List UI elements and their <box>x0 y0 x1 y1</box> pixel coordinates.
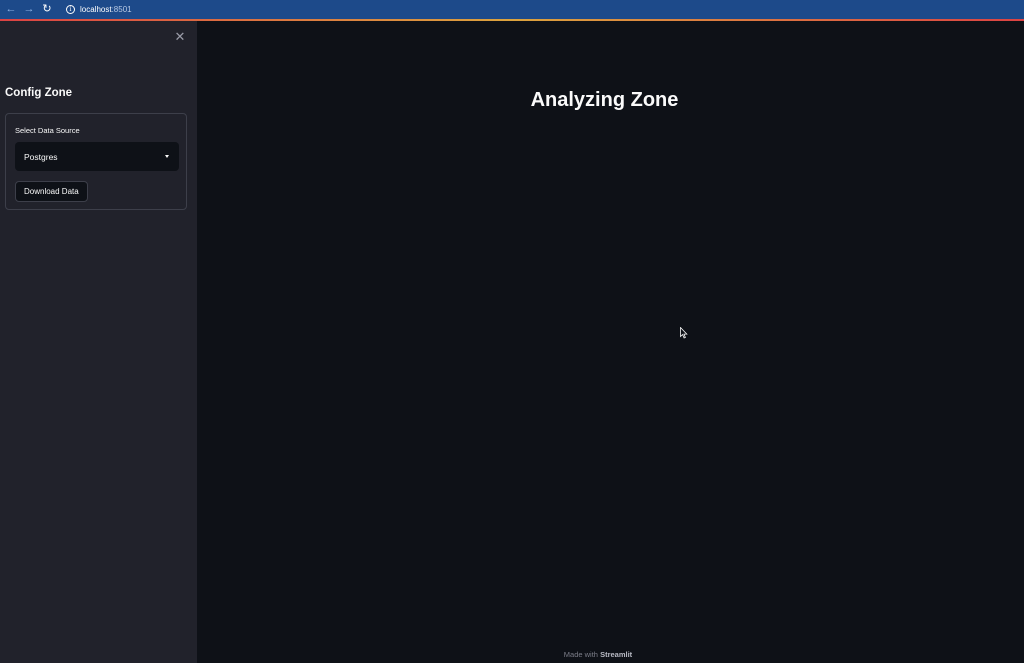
config-form: Select Data Source Postgres Download Dat… <box>5 113 187 210</box>
url-port: :8501 <box>111 5 132 14</box>
data-source-select[interactable]: Postgres <box>15 142 179 171</box>
forward-arrow-icon[interactable]: → <box>22 3 36 17</box>
browser-toolbar: ← → ↻ i localhost :8501 <box>0 0 1024 19</box>
close-icon[interactable]: ✕ <box>173 29 187 44</box>
download-data-button[interactable]: Download Data <box>15 181 88 202</box>
address-bar[interactable]: i localhost :8501 <box>66 3 132 17</box>
footer-prefix: Made with <box>563 650 601 659</box>
main-content: Analyzing Zone Made with Streamlit <box>197 21 1024 663</box>
sidebar: ✕ Config Zone Select Data Source Postgre… <box>0 21 197 663</box>
info-icon[interactable]: i <box>66 5 75 14</box>
data-source-select-value: Postgres <box>24 151 58 162</box>
mouse-cursor-icon <box>680 327 688 339</box>
streamlit-link[interactable]: Streamlit <box>600 650 632 659</box>
select-data-source-label: Select Data Source <box>15 126 80 135</box>
back-arrow-icon[interactable]: ← <box>4 3 18 17</box>
chevron-down-icon[interactable] <box>165 155 169 158</box>
url-host: localhost <box>80 5 112 14</box>
page-title: Analyzing Zone <box>530 89 679 111</box>
sidebar-title: Config Zone <box>5 87 73 99</box>
footer: Made with Streamlit <box>197 650 999 659</box>
reload-icon[interactable]: ↻ <box>40 3 54 17</box>
